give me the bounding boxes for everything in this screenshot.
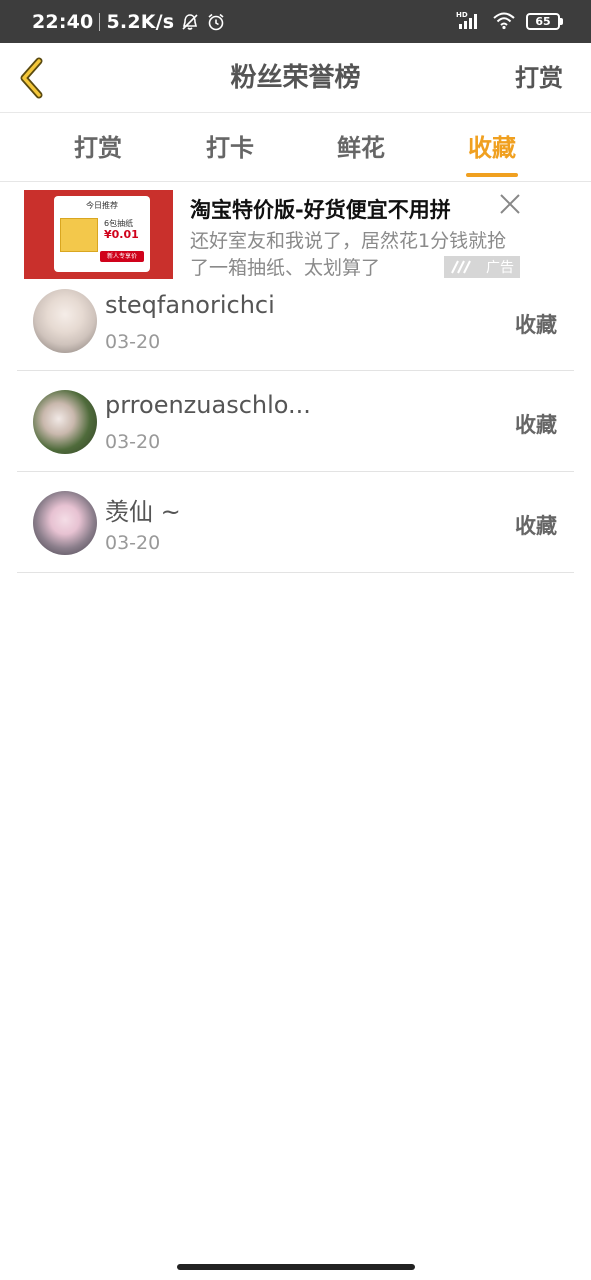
bell-off-icon xyxy=(180,12,200,32)
ad-thumb-button: 新人专享价 xyxy=(100,251,144,262)
ad-banner[interactable]: 今日推荐 6包抽纸 ¥0.01 新人专享价 淘宝特价版-好货便宜不用拼 还好室友… xyxy=(24,190,524,280)
page-title: 粉丝荣誉榜 xyxy=(230,63,361,93)
favorites-list: steqfanorichci 03-20 收藏 prroenzuaschlo..… xyxy=(0,285,591,573)
avatar[interactable] xyxy=(33,289,97,353)
tab-favorites-label: 收藏 xyxy=(468,134,516,162)
ad-thumb-text: 6包抽纸 ¥0.01 xyxy=(104,218,139,240)
user-name: 羡仙 ~ xyxy=(105,498,181,526)
avatar[interactable] xyxy=(33,390,97,454)
tab-bar: 打赏 打卡 鲜花 收藏 xyxy=(0,113,591,182)
list-item[interactable]: prroenzuaschlo... 03-20 收藏 xyxy=(17,371,574,472)
status-time: 22:40 xyxy=(32,10,94,33)
list-item[interactable]: 羡仙 ~ 03-20 收藏 xyxy=(17,472,574,573)
avatar[interactable] xyxy=(33,491,97,555)
ad-stripes-icon xyxy=(451,260,471,274)
user-name: steqfanorichci xyxy=(105,291,275,319)
battery-tip xyxy=(560,18,563,25)
ad-title: 淘宝特价版-好货便宜不用拼 xyxy=(190,198,451,222)
tab-checkin[interactable]: 打卡 xyxy=(170,113,290,181)
ad-thumb-card: 今日推荐 6包抽纸 ¥0.01 新人专享价 xyxy=(54,196,150,272)
tab-reward[interactable]: 打赏 xyxy=(38,113,158,181)
ad-thumb-heading: 今日推荐 xyxy=(86,201,118,210)
tab-favorites[interactable]: 收藏 xyxy=(432,113,552,181)
tissue-box-image xyxy=(60,218,98,252)
item-date: 03-20 xyxy=(105,331,161,353)
alarm-icon xyxy=(206,12,226,32)
battery-level: 65 xyxy=(526,13,560,30)
list-item[interactable]: steqfanorichci 03-20 收藏 xyxy=(17,285,574,371)
hd-signal-icon: HD xyxy=(456,10,482,34)
item-action-label: 收藏 xyxy=(515,514,557,538)
ad-thumb-price: ¥0.01 xyxy=(104,228,139,241)
item-action-label: 收藏 xyxy=(515,313,557,337)
wifi-icon xyxy=(492,10,516,34)
item-date: 03-20 xyxy=(105,431,161,453)
ad-label: 广告 xyxy=(444,256,520,278)
item-date: 03-20 xyxy=(105,532,161,554)
status-bar: 22:40 5.2K/s HD 65 xyxy=(0,0,591,43)
status-right: HD 65 xyxy=(456,0,563,43)
ad-close-button[interactable] xyxy=(498,192,522,216)
app-header: 粉丝荣誉榜 打赏 xyxy=(0,43,591,113)
status-net-speed: 5.2K/s xyxy=(106,10,175,33)
tab-flowers[interactable]: 鲜花 xyxy=(301,113,421,181)
item-action-label: 收藏 xyxy=(515,413,557,437)
close-icon xyxy=(500,194,520,214)
home-indicator[interactable] xyxy=(177,1264,415,1270)
ad-label-text: 广告 xyxy=(486,260,514,276)
user-name: prroenzuaschlo... xyxy=(105,391,311,419)
active-tab-indicator xyxy=(466,173,518,177)
chevron-left-icon xyxy=(20,57,43,99)
status-left: 22:40 5.2K/s xyxy=(32,0,226,43)
status-separator xyxy=(99,12,101,31)
battery-icon: 65 xyxy=(526,13,563,30)
reward-button[interactable]: 打赏 xyxy=(515,43,563,113)
back-button[interactable] xyxy=(14,55,50,101)
svg-text:HD: HD xyxy=(456,11,468,19)
ad-thumbnail: 今日推荐 6包抽纸 ¥0.01 新人专享价 xyxy=(24,190,173,279)
